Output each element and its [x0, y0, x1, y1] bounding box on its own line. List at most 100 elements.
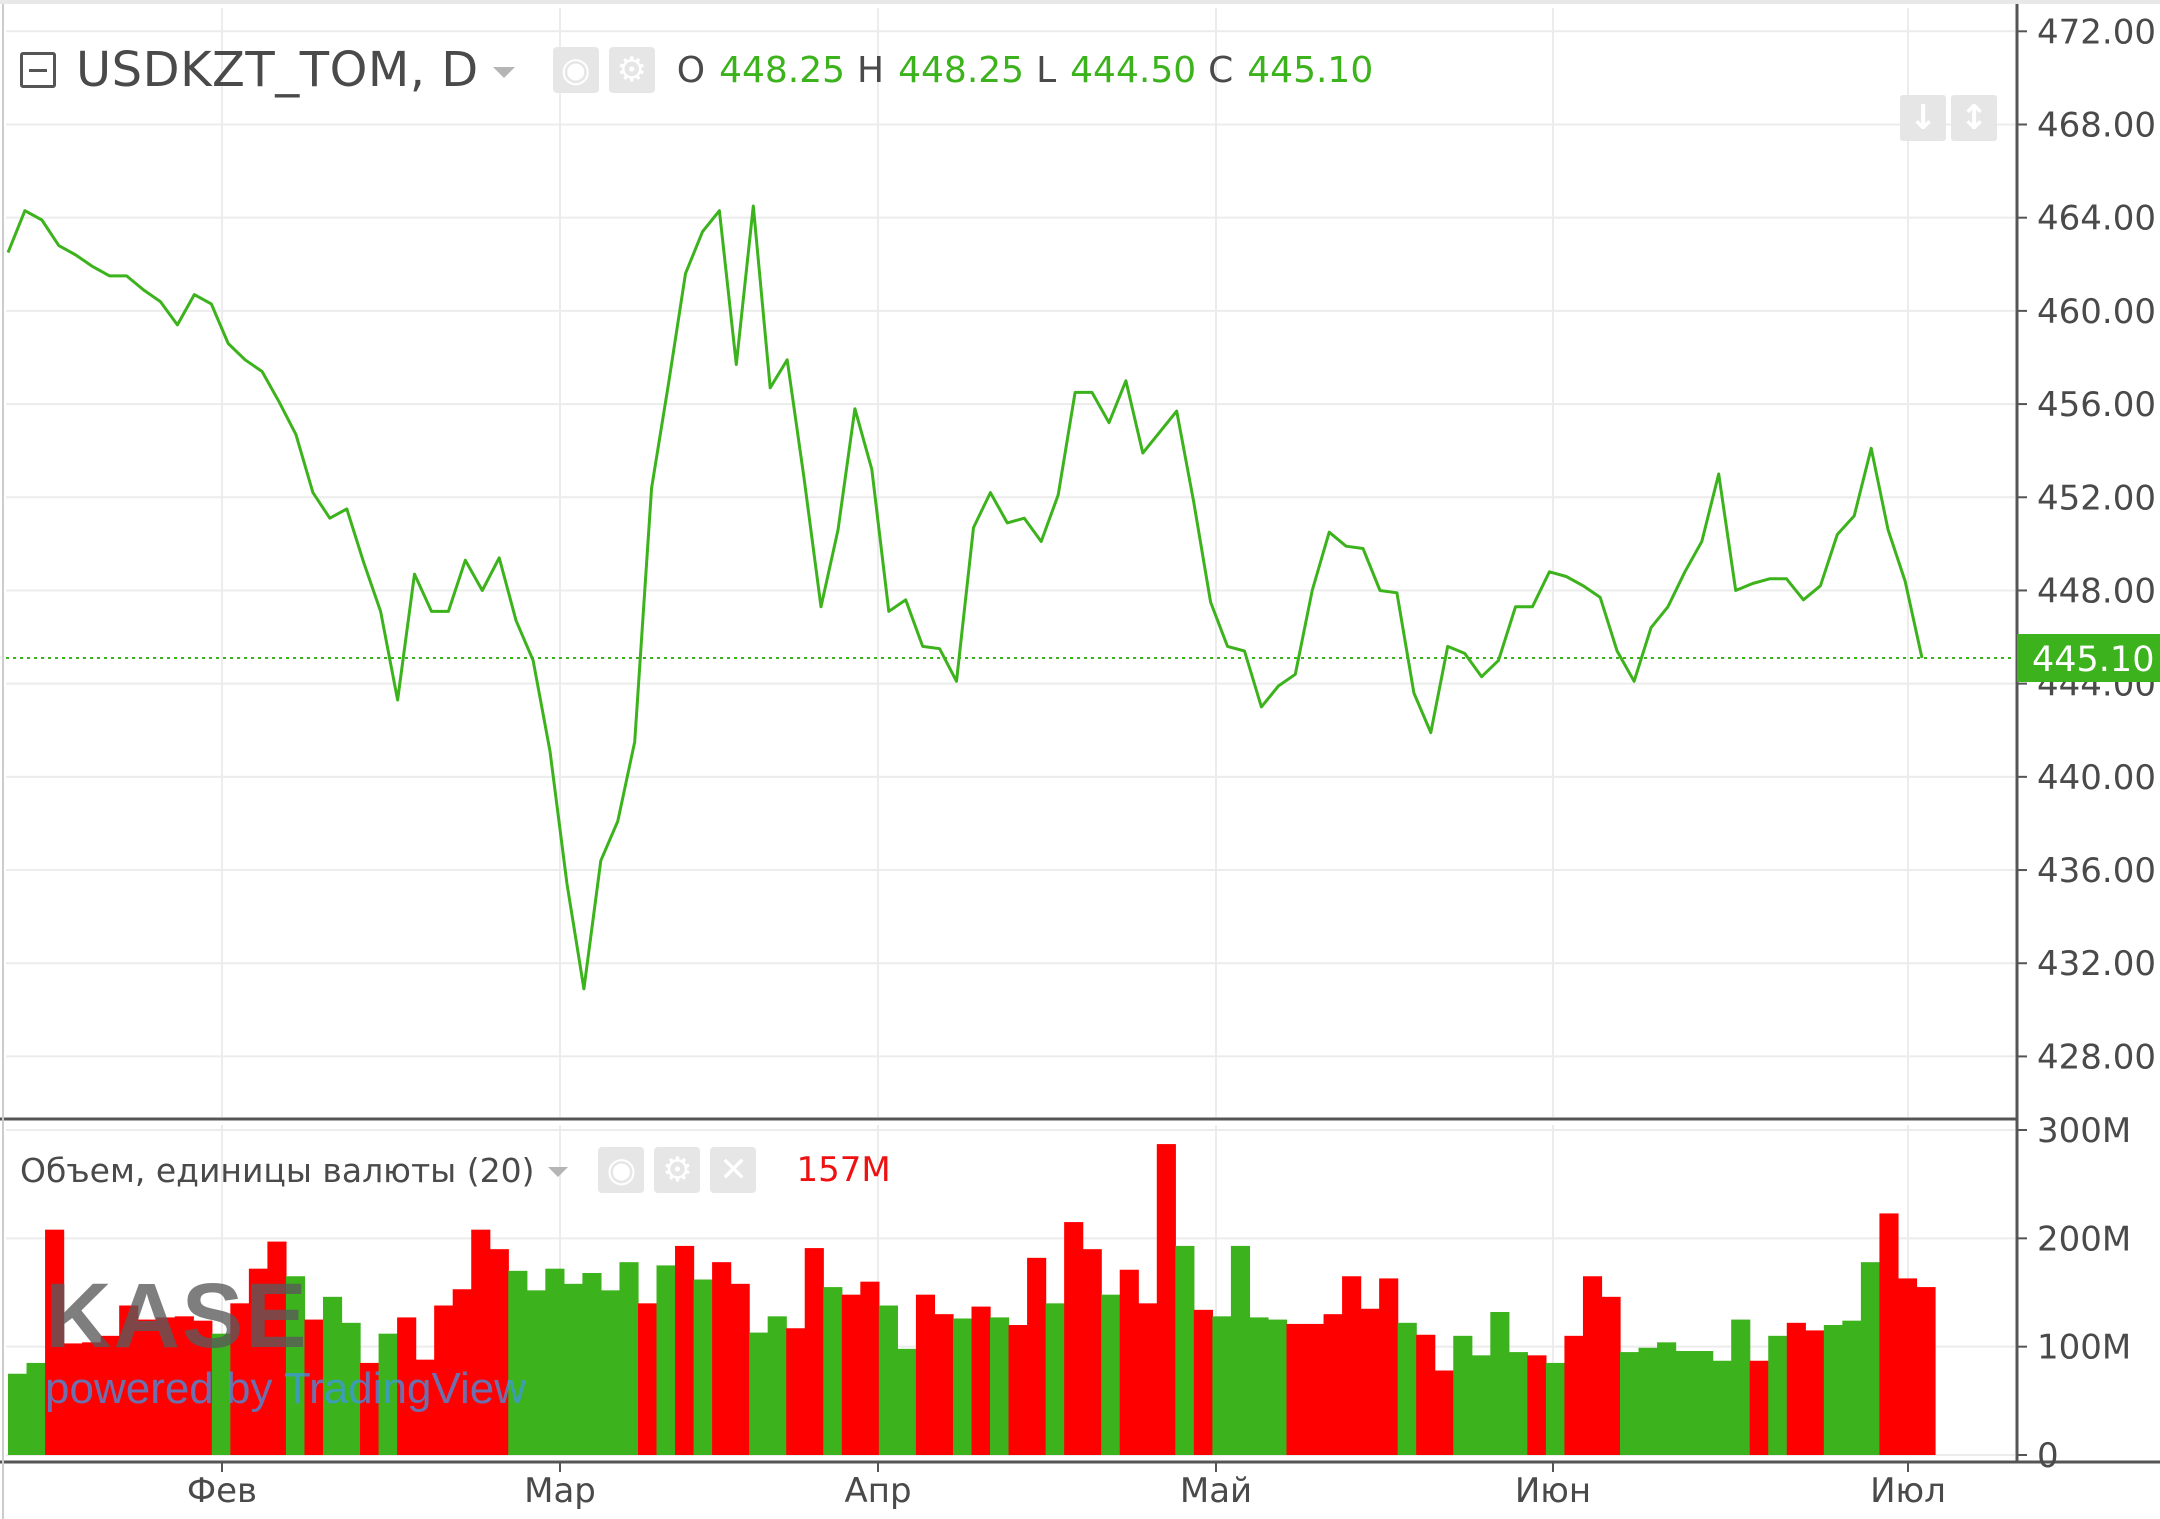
- volume-bar: [1027, 1257, 1047, 1455]
- low-label: L: [1036, 49, 1057, 91]
- volume-bar: [1360, 1308, 1380, 1455]
- scroll-updown-icon[interactable]: ↕: [1951, 95, 1997, 141]
- volume-header: Объем, единицы валюты (20) ◉ ⚙ ✕ 157M: [20, 1145, 891, 1195]
- y-tick-label: 440.00: [2037, 758, 2156, 798]
- logo-brand: KASE: [45, 1265, 309, 1367]
- volume-axis-label: 100M: [2037, 1328, 2131, 1368]
- gear-icon[interactable]: ⚙: [608, 47, 655, 93]
- volume-bar: [1805, 1330, 1825, 1455]
- volume-bar: [656, 1265, 676, 1455]
- volume-bar: [915, 1294, 936, 1455]
- volume-bar: [1156, 1144, 1176, 1455]
- volume-bar: [1082, 1249, 1102, 1455]
- volume-bar: [1193, 1309, 1213, 1455]
- volume-bar: [600, 1290, 621, 1455]
- volume-bar: [693, 1279, 713, 1455]
- volume-bar: [8, 1373, 28, 1455]
- volume-bar: [1620, 1352, 1640, 1455]
- open-value: 448.25: [719, 49, 846, 91]
- volume-bar: [1138, 1303, 1158, 1455]
- volume-bar: [730, 1283, 750, 1455]
- volume-bar: [1379, 1278, 1399, 1455]
- volume-bar: [749, 1332, 769, 1455]
- volume-bar: [1490, 1312, 1510, 1455]
- y-tick-label: 436.00: [2037, 851, 2156, 891]
- volume-bar: [712, 1262, 732, 1455]
- volume-bar: [1397, 1322, 1417, 1455]
- volume-title[interactable]: Объем, единицы валюты (20): [20, 1151, 534, 1190]
- close-value: 445.10: [1247, 49, 1374, 91]
- x-tick-label: Июн: [1515, 1471, 1591, 1511]
- volume-bar: [1527, 1355, 1547, 1455]
- y-tick-label: 456.00: [2037, 385, 2156, 425]
- volume-bar: [860, 1281, 880, 1455]
- volume-axis-label: 300M: [2037, 1111, 2131, 1151]
- volume-bar: [1657, 1342, 1677, 1455]
- volume-bar: [1694, 1351, 1714, 1455]
- volume-bar: [934, 1314, 954, 1455]
- x-tick-label: Апр: [844, 1471, 911, 1511]
- volume-bar: [1601, 1296, 1621, 1455]
- volume-bar: [786, 1328, 806, 1455]
- high-label: H: [857, 49, 885, 91]
- eye-icon[interactable]: ◉: [598, 1147, 645, 1193]
- volume-bar: [1897, 1278, 1918, 1455]
- chevron-down-icon[interactable]: [548, 1167, 569, 1177]
- close-icon[interactable]: ✕: [710, 1147, 757, 1193]
- gear-icon[interactable]: ⚙: [654, 1147, 701, 1193]
- volume-bar: [971, 1306, 991, 1455]
- volume-bar: [878, 1305, 898, 1455]
- volume-bar: [1731, 1319, 1751, 1455]
- y-tick-label: 464.00: [2037, 199, 2156, 239]
- volume-bar: [990, 1317, 1010, 1455]
- volume-bar: [675, 1245, 695, 1455]
- open-label: O: [676, 49, 706, 91]
- volume-bar: [1768, 1335, 1788, 1455]
- volume-bar: [619, 1262, 639, 1455]
- volume-bar: [1786, 1322, 1806, 1455]
- volume-bar: [637, 1303, 658, 1455]
- volume-bar: [823, 1287, 843, 1455]
- volume-bar: [1267, 1319, 1288, 1455]
- volume-bar: [1212, 1316, 1232, 1455]
- volume-bar: [1249, 1317, 1269, 1455]
- symbol-title[interactable]: USDKZT_TOM, D: [76, 42, 479, 98]
- volume-bar: [1879, 1213, 1899, 1455]
- chevron-down-icon[interactable]: [492, 66, 515, 78]
- symbol-header: USDKZT_TOM, D ◉ ⚙ O 448.25 H 448.25 L 44…: [20, 40, 1373, 100]
- volume-bar: [1323, 1314, 1343, 1455]
- volume-bar: [1823, 1325, 1843, 1455]
- y-tick-label: 468.00: [2037, 105, 2156, 145]
- logo-powered-by: powered by TradingView: [45, 1364, 527, 1413]
- volume-bar: [526, 1290, 546, 1455]
- volume-bar: [1749, 1360, 1769, 1455]
- scroll-down-icon[interactable]: ↓: [1900, 95, 1946, 141]
- volume-bar: [1508, 1352, 1528, 1455]
- volume-bar: [1471, 1355, 1491, 1455]
- y-tick-label: 472.00: [2037, 12, 2156, 52]
- x-tick-label: Май: [1180, 1471, 1252, 1511]
- collapse-toggle-icon[interactable]: [20, 52, 56, 88]
- volume-bar: [1860, 1262, 1881, 1455]
- volume-bar: [1008, 1325, 1028, 1455]
- volume-bar: [1416, 1334, 1436, 1455]
- y-tick-label: 448.00: [2037, 571, 2156, 611]
- volume-bar: [1286, 1323, 1306, 1455]
- y-tick-label: 452.00: [2037, 478, 2156, 518]
- volume-bar: [1175, 1245, 1195, 1455]
- volume-bar: [952, 1318, 973, 1455]
- high-value: 448.25: [898, 49, 1025, 91]
- volume-bar: [26, 1362, 46, 1455]
- volume-bar: [1119, 1269, 1139, 1455]
- volume-bar: [1712, 1360, 1732, 1455]
- eye-icon[interactable]: ◉: [552, 47, 599, 93]
- volume-bar: [1064, 1222, 1084, 1455]
- volume-bar: [804, 1248, 824, 1455]
- volume-bar: [1916, 1287, 1936, 1455]
- volume-bar: [1638, 1347, 1658, 1455]
- volume-axis-label: 200M: [2037, 1219, 2131, 1259]
- top-border: [0, 0, 2160, 4]
- volume-bar: [582, 1273, 602, 1455]
- volume-bar: [1342, 1276, 1362, 1455]
- volume-bar: [1230, 1245, 1251, 1455]
